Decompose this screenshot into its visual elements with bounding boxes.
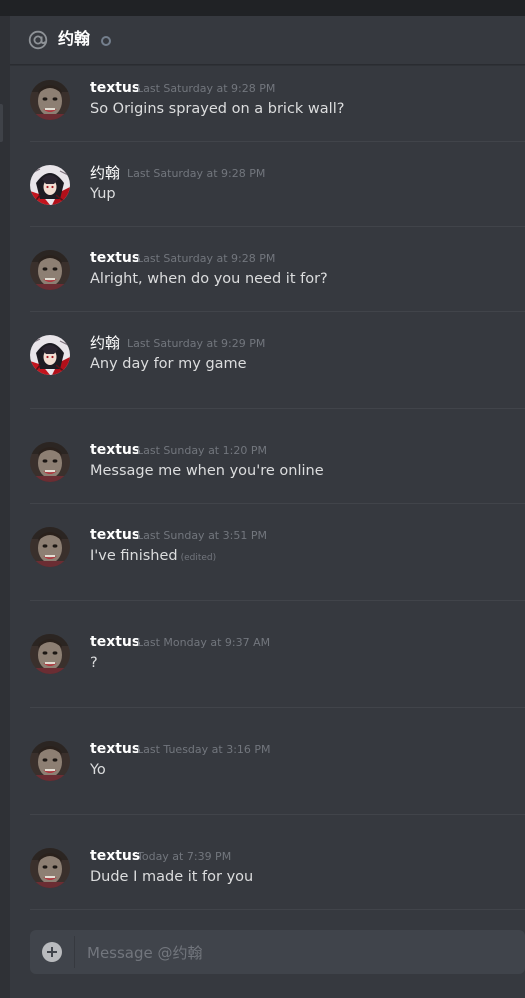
message-author[interactable]: textus (90, 632, 140, 652)
message-text: Dude I made it for you (90, 869, 254, 885)
message-text: ? (90, 655, 98, 671)
channel-title: 约翰 (58, 29, 91, 48)
message-content: Yup (90, 184, 116, 204)
message-text: So Origins sprayed on a brick wall? (90, 101, 345, 117)
message-author[interactable]: textus (90, 846, 140, 866)
message-timestamp: Last Saturday at 9:28 PM (127, 167, 266, 180)
message-item[interactable]: 约翰 Last Saturday at 9:29 PM Any day for my… (30, 333, 525, 379)
message-timestamp: Last Saturday at 9:29 PM (127, 337, 266, 350)
message-author[interactable]: textus (90, 739, 140, 759)
message-divider (30, 408, 525, 409)
message-item[interactable]: textus Last Saturday at 9:28 PM So Origins… (30, 80, 525, 124)
message-divider (30, 226, 525, 227)
message-timestamp: Last Saturday at 9:28 PM (137, 82, 276, 95)
message-timestamp: Last Sunday at 1:20 PM (137, 444, 267, 457)
add-attachment-icon[interactable] (42, 942, 62, 962)
message-content: Message me when you're online (90, 461, 324, 481)
message-divider (30, 503, 525, 504)
channel-header: 约翰 (10, 16, 525, 65)
message-timestamp: Today at 7:39 PM (137, 850, 232, 863)
message-content: ? (90, 653, 98, 673)
message-timestamp: Last Monday at 9:37 AM (137, 636, 271, 649)
message-item[interactable]: textus Last Saturday at 9:28 PM Alright, w… (30, 250, 525, 294)
at-sign-icon (28, 30, 48, 50)
channel-sidebar-edge (0, 16, 10, 998)
message-content: Alright, when do you need it for? (90, 269, 328, 289)
message-divider (30, 600, 525, 601)
message-text: Alright, when do you need it for? (90, 271, 328, 287)
message-text: Message me when you're online (90, 463, 324, 479)
composer-separator (74, 936, 75, 968)
avatar[interactable] (30, 527, 70, 567)
message-content: I've finished (edited) (90, 546, 216, 568)
edited-label: (edited) (180, 553, 217, 563)
message-item[interactable]: textus Last Sunday at 3:51 PM I've finishe… (30, 527, 525, 571)
message-text: Yo (90, 762, 106, 778)
message-text: Yup (90, 186, 116, 202)
avatar[interactable] (30, 80, 70, 120)
message-author[interactable]: textus (90, 525, 140, 545)
message-item[interactable]: textus Today at 7:39 PM Dude I made it for… (30, 848, 525, 892)
avatar[interactable] (30, 335, 70, 375)
message-input[interactable] (85, 930, 519, 976)
message-item[interactable]: textus Last Tuesday at 3:16 PM Yo (30, 741, 525, 785)
window-top-bar (0, 0, 525, 16)
message-text: Any day for my game (90, 356, 247, 372)
avatar[interactable] (30, 250, 70, 290)
message-divider (30, 909, 525, 910)
message-content: So Origins sprayed on a brick wall? (90, 99, 344, 119)
sidebar-scroll-nub (0, 104, 3, 142)
dm-chat: 约翰 textus Last Saturday at 9:28 PM So Orig… (10, 16, 525, 998)
message-content: Yo (90, 760, 106, 780)
message-divider (30, 814, 525, 815)
message-item[interactable]: 约翰 Last Saturday at 9:28 PM Yup (30, 163, 525, 209)
message-item[interactable]: textus Last Sunday at 1:20 PM Message me w… (30, 442, 525, 486)
message-divider (30, 311, 525, 312)
message-composer (30, 930, 525, 976)
avatar[interactable] (30, 442, 70, 482)
message-author[interactable]: textus (90, 78, 140, 98)
message-author[interactable]: 约翰 (90, 163, 120, 183)
message-author[interactable]: textus (90, 440, 140, 460)
message-content: Dude I made it for you (90, 867, 253, 887)
offline-status-icon (101, 36, 111, 46)
message-content: Any day for my game (90, 354, 247, 374)
message-author[interactable]: textus (90, 248, 140, 268)
avatar[interactable] (30, 165, 70, 205)
message-text: I've finished (90, 548, 178, 564)
avatar[interactable] (30, 741, 70, 781)
message-timestamp: Last Tuesday at 3:16 PM (137, 743, 271, 756)
message-timestamp: Last Saturday at 9:28 PM (137, 252, 276, 265)
message-timestamp: Last Sunday at 3:51 PM (137, 529, 267, 542)
avatar[interactable] (30, 634, 70, 674)
message-author[interactable]: 约翰 (90, 333, 120, 353)
message-item[interactable]: textus Last Monday at 9:37 AM? (30, 634, 525, 678)
message-divider (30, 141, 525, 142)
message-divider (30, 707, 525, 708)
avatar[interactable] (30, 848, 70, 888)
